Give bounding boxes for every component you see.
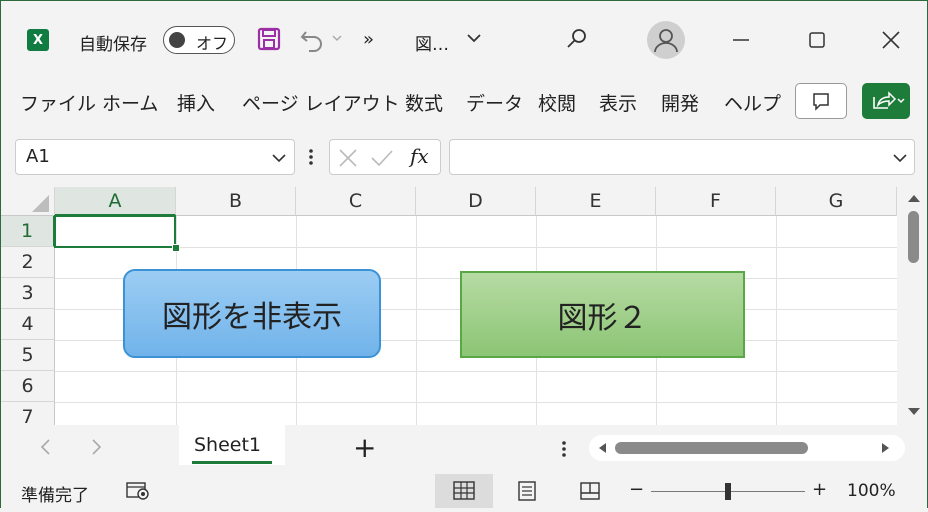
chevron-down-icon[interactable] xyxy=(893,152,907,164)
grid-view-icon xyxy=(453,481,475,500)
chevron-down-icon xyxy=(272,154,286,163)
shape-2[interactable]: 図形２ xyxy=(460,271,745,358)
active-tab-indicator xyxy=(192,461,272,464)
column-header-c[interactable]: C xyxy=(296,187,416,216)
vertical-dots-icon[interactable] xyxy=(304,147,318,167)
zoom-level[interactable]: 100% xyxy=(847,481,896,501)
row-header-7[interactable]: 7 xyxy=(1,402,55,425)
row-header-6[interactable]: 6 xyxy=(1,371,55,402)
tab-insert[interactable]: 挿入 xyxy=(177,89,215,116)
close-icon[interactable] xyxy=(879,28,903,52)
select-all-corner[interactable] xyxy=(1,187,55,216)
tab-formulas[interactable]: 数式 xyxy=(405,89,443,116)
avatar[interactable] xyxy=(647,21,685,59)
tab-view[interactable]: 表示 xyxy=(599,89,637,116)
column-header-b[interactable]: B xyxy=(176,187,296,216)
sheet-tab-bar: + xyxy=(1,425,927,471)
select-all-icon xyxy=(32,195,49,212)
maximize-icon[interactable] xyxy=(805,28,829,52)
undo-dropdown-icon[interactable] xyxy=(332,33,342,43)
excel-app-icon: X xyxy=(27,29,49,51)
chevron-right-icon[interactable] xyxy=(89,438,103,456)
check-icon[interactable] xyxy=(370,148,394,168)
vertical-dots-icon[interactable] xyxy=(557,439,571,459)
vertical-scroll-thumb[interactable] xyxy=(908,211,919,263)
minimize-icon[interactable] xyxy=(729,28,753,52)
cancel-icon[interactable] xyxy=(338,148,358,168)
zoom-out-button[interactable]: − xyxy=(629,479,644,500)
accessibility-icon[interactable] xyxy=(125,481,151,501)
formula-buttons: fx xyxy=(329,139,441,175)
scroll-right-icon[interactable] xyxy=(881,442,891,454)
row-header-2[interactable]: 2 xyxy=(1,247,55,278)
chevron-down-icon[interactable] xyxy=(467,31,481,45)
selected-cell-a1[interactable] xyxy=(54,215,176,248)
comment-icon xyxy=(813,93,829,111)
tab-developer[interactable]: 開発 xyxy=(661,89,699,116)
tab-help[interactable]: ヘルプ xyxy=(724,89,781,116)
autosave-label: 自動保存 xyxy=(79,35,147,55)
column-header-f[interactable]: F xyxy=(656,187,776,216)
column-header-a[interactable]: A xyxy=(55,187,176,216)
shape-hide-button[interactable]: 図形を非表示 xyxy=(123,269,381,358)
horizontal-scroll-thumb[interactable] xyxy=(615,442,808,454)
share-icon xyxy=(873,91,905,109)
gridline xyxy=(55,247,897,248)
comments-button[interactable] xyxy=(795,83,847,119)
chevron-left-icon[interactable] xyxy=(39,438,53,456)
excel-window: X 自動保存 オフ » 図… ファイル ホーム 挿入 ページ レイアウト 数式 … xyxy=(0,0,928,509)
zoom-slider-thumb[interactable] xyxy=(725,483,731,500)
scroll-left-icon[interactable] xyxy=(597,442,607,454)
name-box[interactable]: A1 xyxy=(15,139,295,175)
tab-file[interactable]: ファイル xyxy=(20,89,96,116)
toggle-knob xyxy=(169,32,185,48)
horizontal-scrollbar[interactable] xyxy=(589,435,905,461)
search-icon[interactable] xyxy=(565,27,589,51)
tab-home[interactable]: ホーム xyxy=(102,89,158,116)
ribbon-tabs: ファイル ホーム 挿入 ページ レイアウト 数式 データ 校閲 表示 開発 ヘル… xyxy=(1,81,927,121)
row-header-4[interactable]: 4 xyxy=(1,309,55,340)
status-ready: 準備完了 xyxy=(21,486,89,506)
sheet-tab-sheet1[interactable]: Sheet1 xyxy=(179,425,285,465)
formula-input[interactable] xyxy=(449,139,915,175)
vertical-scrollbar[interactable] xyxy=(903,187,925,425)
fill-handle[interactable] xyxy=(172,244,180,252)
share-button[interactable] xyxy=(862,83,910,119)
tab-page-layout[interactable]: ページ レイアウト xyxy=(242,89,400,116)
tab-review[interactable]: 校閲 xyxy=(538,89,576,116)
gridline xyxy=(55,371,897,372)
undo-icon[interactable] xyxy=(299,28,325,52)
add-sheet-button[interactable]: + xyxy=(353,431,376,464)
column-header-d[interactable]: D xyxy=(416,187,536,216)
column-header-e[interactable]: E xyxy=(536,187,656,216)
sheet-tab-label: Sheet1 xyxy=(194,434,262,456)
row-header-5[interactable]: 5 xyxy=(1,340,55,371)
name-box-value: A1 xyxy=(26,146,50,167)
tab-data[interactable]: データ xyxy=(466,89,523,116)
scroll-down-icon[interactable] xyxy=(907,407,921,417)
autosave-state: オフ xyxy=(196,34,229,53)
row-header-1[interactable]: 1 xyxy=(1,216,55,247)
person-icon xyxy=(654,29,678,53)
more-commands-button[interactable]: » xyxy=(363,29,374,50)
scroll-up-icon[interactable] xyxy=(907,193,921,203)
autosave-toggle[interactable]: オフ xyxy=(163,26,235,54)
zoom-in-button[interactable]: + xyxy=(812,479,827,500)
row-header-3[interactable]: 3 xyxy=(1,278,55,309)
normal-view-button[interactable] xyxy=(435,474,493,508)
page-layout-view-icon[interactable] xyxy=(516,480,538,502)
save-icon[interactable] xyxy=(257,27,281,51)
insert-function-button[interactable]: fx xyxy=(410,144,429,168)
document-title[interactable]: 図… xyxy=(415,30,449,55)
gridline xyxy=(55,402,897,403)
page-break-preview-icon[interactable] xyxy=(579,480,601,502)
column-header-g[interactable]: G xyxy=(776,187,897,216)
